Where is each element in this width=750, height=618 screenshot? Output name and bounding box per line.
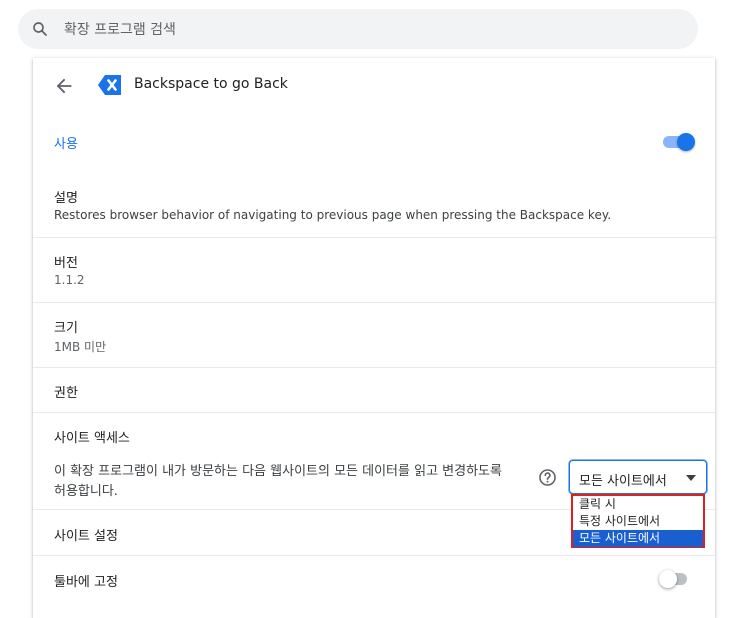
extension-details-card: Backspace to go Back 사용 설명 Restores brow… bbox=[33, 58, 715, 618]
site-access-label: 사이트 액세스 bbox=[54, 431, 130, 446]
search-icon bbox=[33, 22, 47, 36]
size-label: 크기 bbox=[54, 321, 78, 336]
search-bar[interactable]: 확장 프로그램 검색 bbox=[18, 9, 698, 49]
permissions-label: 권한 bbox=[54, 386, 78, 401]
site-access-dropdown-list: 클릭 시 특정 사이트에서 모든 사이트에서 bbox=[571, 494, 705, 548]
dropdown-option-specific-sites[interactable]: 특정 사이트에서 bbox=[573, 513, 703, 530]
enabled-toggle[interactable] bbox=[663, 133, 695, 151]
pin-toolbar-label: 툴바에 고정 bbox=[54, 575, 118, 590]
help-icon[interactable] bbox=[538, 468, 557, 487]
dropdown-arrow-icon bbox=[686, 475, 696, 481]
extension-name: Backspace to go Back bbox=[134, 76, 288, 92]
site-access-select[interactable]: 모든 사이트에서 bbox=[569, 460, 707, 494]
description-text: Restores browser behavior of navigating … bbox=[54, 208, 612, 222]
arrow-back-icon[interactable] bbox=[53, 75, 75, 97]
version-value: 1.1.2 bbox=[54, 273, 85, 287]
description-label: 설명 bbox=[54, 191, 78, 206]
search-input[interactable]: 확장 프로그램 검색 bbox=[64, 19, 176, 39]
pin-toolbar-toggle[interactable] bbox=[659, 570, 691, 588]
size-value: 1MB 미만 bbox=[54, 340, 107, 354]
dropdown-option-on-click[interactable]: 클릭 시 bbox=[573, 496, 703, 513]
dropdown-option-all-sites[interactable]: 모든 사이트에서 bbox=[573, 530, 703, 547]
extension-logo-icon bbox=[98, 75, 121, 95]
site-access-select-value: 모든 사이트에서 bbox=[579, 474, 667, 489]
enabled-label: 사용 bbox=[54, 137, 78, 152]
version-label: 버전 bbox=[54, 256, 78, 271]
